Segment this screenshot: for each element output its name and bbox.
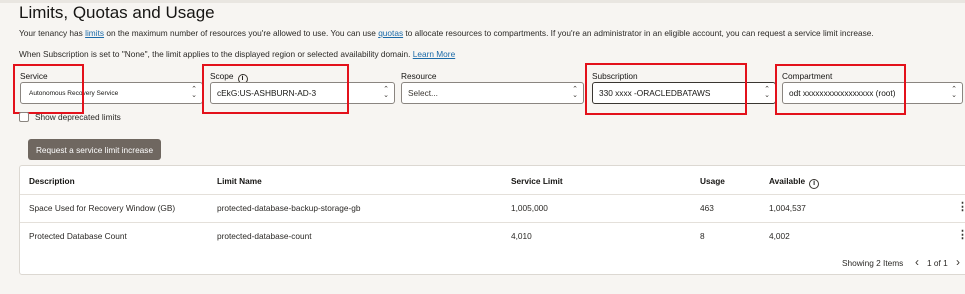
compartment-label: Compartment xyxy=(782,71,833,81)
scope-label-text: Scope xyxy=(210,71,234,81)
show-deprecated-label: Show deprecated limits xyxy=(35,112,121,122)
quotas-link[interactable]: quotas xyxy=(378,28,403,38)
cell-available: 4,002 xyxy=(769,231,790,241)
resource-placeholder: Select... xyxy=(408,88,438,98)
cell-available: 1,004,537 xyxy=(769,203,806,213)
resource-select[interactable]: Select... ⌃ ⌄ xyxy=(401,82,584,104)
next-page-icon[interactable]: › xyxy=(956,255,960,269)
compartment-value: odt xxxxxxxxxxxxxxxxx (root) xyxy=(789,88,896,98)
previous-page-icon[interactable]: ‹ xyxy=(915,255,919,269)
cell-usage: 463 xyxy=(700,203,714,213)
column-header-description[interactable]: Description xyxy=(29,176,75,186)
cell-service-limit: 4,010 xyxy=(511,231,532,241)
resource-label: Resource xyxy=(401,71,437,81)
items-count: Showing 2 Items xyxy=(842,258,904,268)
scope-value: cEkG:US-ASHBURN-AD-3 xyxy=(217,88,317,98)
column-header-limit-name[interactable]: Limit Name xyxy=(217,176,262,186)
subscription-select[interactable]: 330 xxxx -ORACLEDBATAWS ⌃ ⌄ xyxy=(592,82,776,104)
available-header-text: Available xyxy=(769,176,806,186)
cell-limit-name: protected-database-backup-storage-gb xyxy=(217,203,361,213)
cell-limit-name: protected-database-count xyxy=(217,231,312,241)
request-limit-increase-button[interactable]: Request a service limit increase xyxy=(28,139,161,160)
subscription-label: Subscription xyxy=(592,71,638,81)
limits-link[interactable]: limits xyxy=(85,28,104,38)
chevron-up-down-icon: ⌃ ⌄ xyxy=(383,86,389,99)
chevron-up-down-icon: ⌃ ⌄ xyxy=(764,86,770,99)
intro-text: Your tenancy has limits on the maximum n… xyxy=(19,28,874,38)
note-text: When Subscription is set to "None", the … xyxy=(19,49,413,59)
limits-table: Description Limit Name Service Limit Usa… xyxy=(19,165,965,275)
cell-description: Protected Database Count xyxy=(29,231,127,241)
row-divider xyxy=(20,222,965,223)
row-actions-kebab-icon[interactable]: ⋮ xyxy=(957,230,965,241)
service-value: Autonomous Recovery Service xyxy=(29,89,119,97)
intro-mid: on the maximum number of resources you'r… xyxy=(104,28,379,38)
cell-description: Space Used for Recovery Window (GB) xyxy=(29,203,176,213)
chevron-up-down-icon: ⌃ ⌄ xyxy=(191,86,197,99)
learn-more-link[interactable]: Learn More xyxy=(413,49,455,59)
service-label: Service xyxy=(20,71,48,81)
intro-pre: Your tenancy has xyxy=(19,28,86,38)
row-actions-kebab-icon[interactable]: ⋮ xyxy=(957,202,965,213)
column-header-usage[interactable]: Usage xyxy=(700,176,725,186)
cell-service-limit: 1,005,000 xyxy=(511,203,548,213)
service-select[interactable]: Autonomous Recovery Service ⌃ ⌄ xyxy=(20,82,203,104)
subscription-note: When Subscription is set to "None", the … xyxy=(19,49,455,59)
cell-usage: 8 xyxy=(700,231,705,241)
scope-select[interactable]: cEkG:US-ASHBURN-AD-3 ⌃ ⌄ xyxy=(210,82,395,104)
header-divider xyxy=(20,194,965,195)
info-icon[interactable]: i xyxy=(809,179,820,189)
column-header-service-limit[interactable]: Service Limit xyxy=(511,176,563,186)
chevron-up-down-icon: ⌃ ⌄ xyxy=(951,86,957,99)
page-title: Limits, Quotas and Usage xyxy=(19,3,215,22)
column-header-available[interactable]: Available i xyxy=(769,176,820,189)
page-indicator: 1 of 1 xyxy=(927,258,948,268)
show-deprecated-checkbox[interactable] xyxy=(19,112,29,122)
subscription-value: 330 xxxx -ORACLEDBATAWS xyxy=(599,88,711,98)
intro-post: to allocate resources to compartments. I… xyxy=(403,28,874,38)
compartment-select[interactable]: odt xxxxxxxxxxxxxxxxx (root) ⌃ ⌄ xyxy=(782,82,963,104)
chevron-up-down-icon: ⌃ ⌄ xyxy=(572,86,578,99)
